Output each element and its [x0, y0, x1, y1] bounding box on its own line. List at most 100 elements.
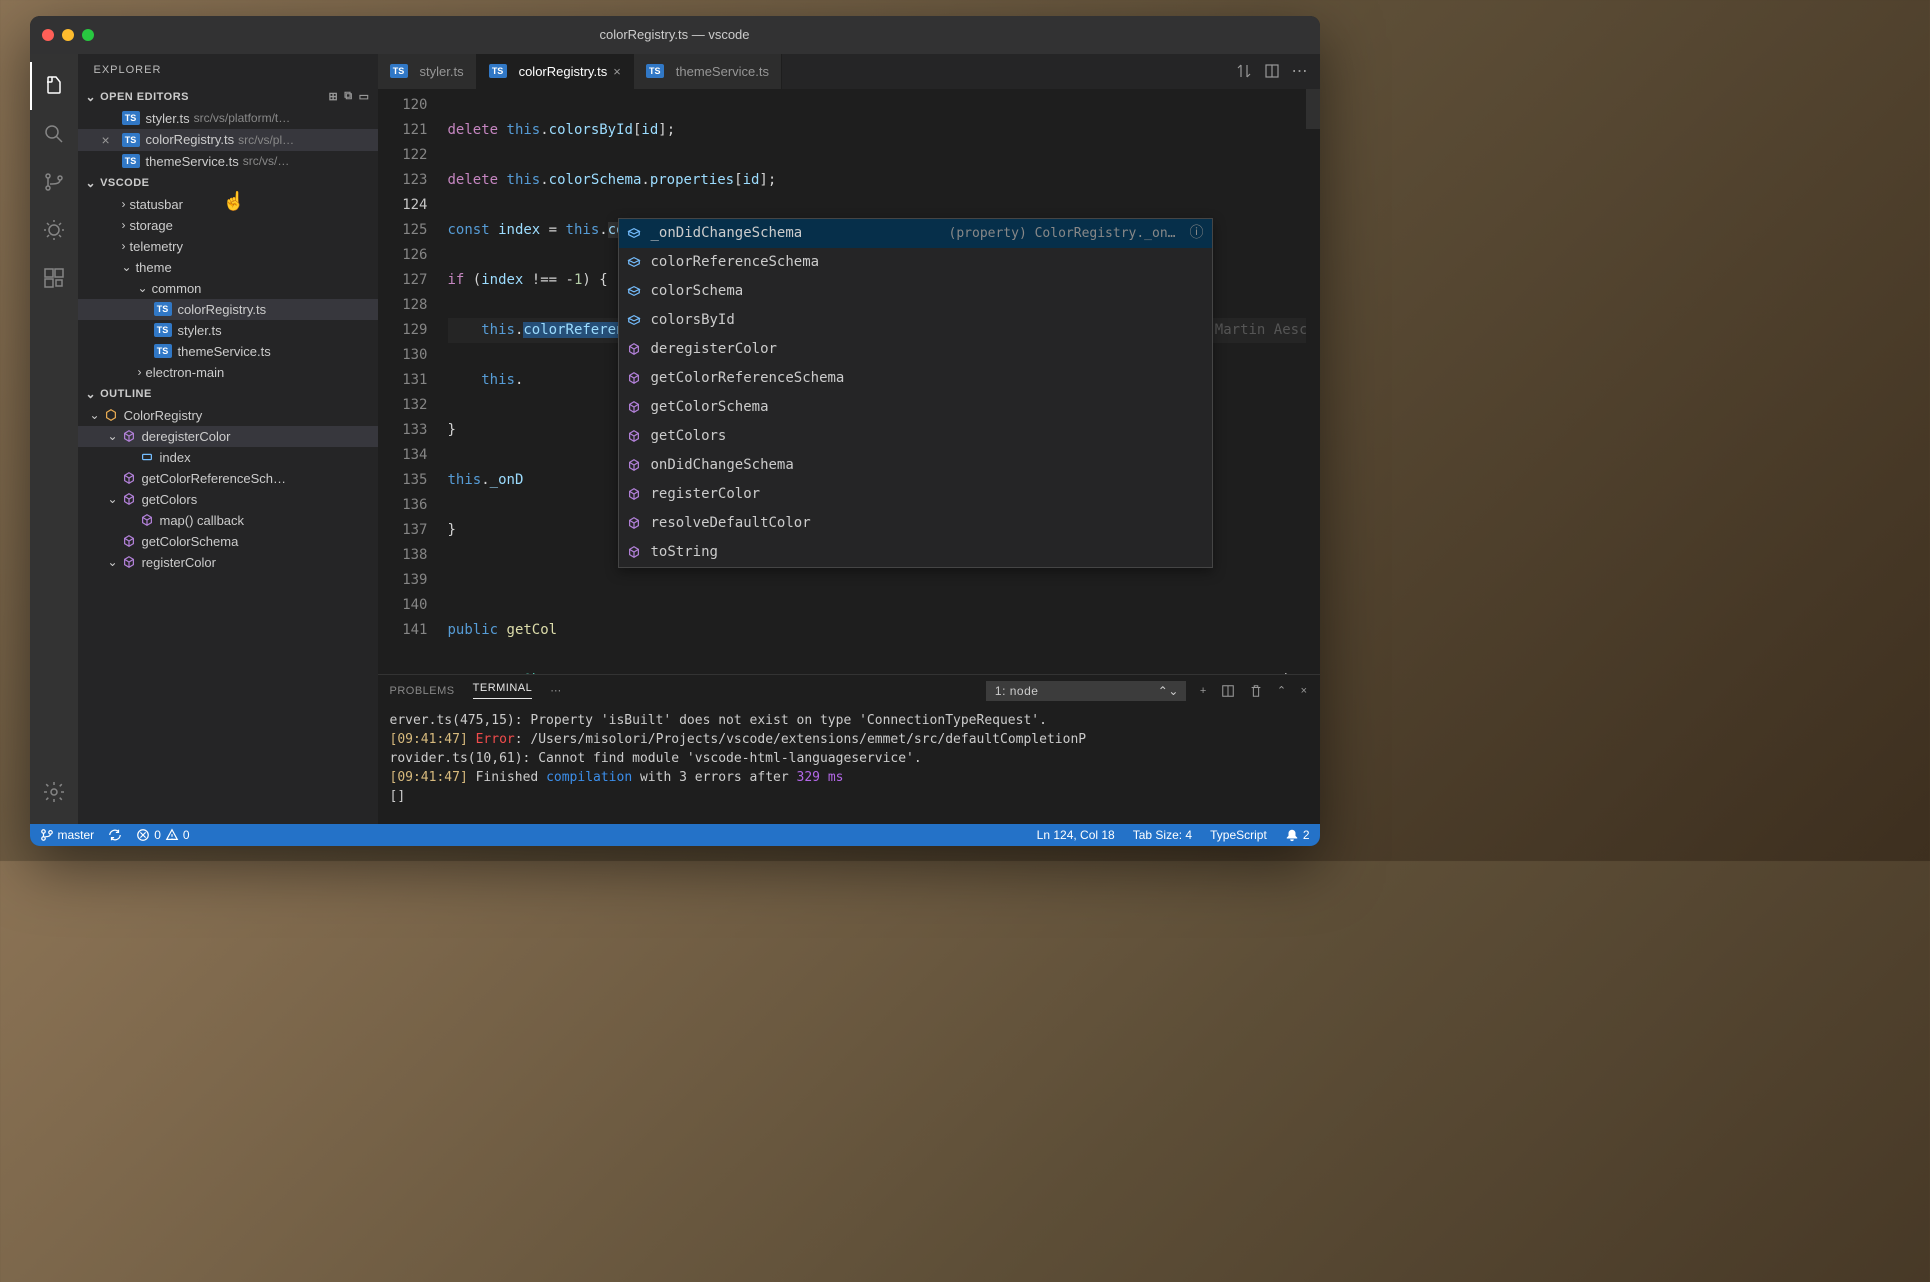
split-editor-icon[interactable] — [1264, 63, 1280, 79]
suggest-item[interactable]: colorSchema — [619, 277, 1212, 306]
suggest-detail: (property) ColorRegistry._on… — [949, 221, 1176, 246]
activity-source-control[interactable] — [30, 158, 78, 206]
sidebar: EXPLORER ☝ ⌄ OPEN EDITORS ⊞ ⧉ ▭ TS style… — [78, 54, 378, 824]
activity-search[interactable] — [30, 110, 78, 158]
suggest-item[interactable]: registerColor — [619, 480, 1212, 509]
open-editor-path: src/vs/… — [243, 154, 290, 168]
chevron-up-icon[interactable]: ⌃ — [1277, 684, 1287, 697]
status-branch[interactable]: master — [40, 828, 95, 842]
tree-item[interactable]: ⌄theme — [78, 257, 378, 278]
tab-label: colorRegistry.ts — [519, 64, 608, 79]
close-panel-icon[interactable]: × — [1301, 685, 1308, 697]
suggest-item[interactable]: onDidChangeSchema — [619, 451, 1212, 480]
tree-item[interactable]: ⌄common — [78, 278, 378, 299]
status-position[interactable]: Ln 124, Col 18 — [1037, 828, 1115, 842]
tree-item[interactable]: ›telemetry — [78, 236, 378, 257]
term-cursor: [] — [390, 787, 1308, 806]
status-notifications[interactable]: 2 — [1285, 828, 1310, 842]
save-all-icon[interactable]: ⧉ — [344, 90, 352, 103]
more-icon[interactable]: ⋯ — [550, 684, 562, 697]
tree-label: themeService.ts — [178, 344, 271, 359]
chevron-right-icon: › — [122, 197, 126, 211]
activity-explorer[interactable] — [30, 62, 78, 110]
split-terminal-icon[interactable] — [1221, 684, 1235, 698]
open-editor-item[interactable]: TS themeService.ts src/vs/… — [78, 151, 378, 172]
close-window-button[interactable] — [42, 29, 54, 41]
outline-item[interactable]: getColorSchema — [78, 531, 378, 552]
tab-themeservice[interactable]: TS themeService.ts — [634, 54, 782, 89]
tree-item[interactable]: TSstyler.ts — [78, 320, 378, 341]
open-editor-path: src/vs/platform/t… — [194, 111, 291, 125]
section-outline[interactable]: ⌄ OUTLINE — [78, 383, 378, 405]
outline-item[interactable]: ⌄getColors — [78, 489, 378, 510]
suggest-label: getColorReferenceSchema — [651, 366, 845, 391]
code-content[interactable]: delete this.colorsById[id]; delete this.… — [448, 89, 1320, 674]
chevron-right-icon: › — [122, 239, 126, 253]
terminal-selector[interactable]: 1: node ⌃⌄ — [986, 681, 1186, 701]
maximize-window-button[interactable] — [82, 29, 94, 41]
panel-tab-problems[interactable]: PROBLEMS — [390, 685, 455, 697]
close-icon[interactable]: × — [102, 132, 118, 148]
section-open-editors[interactable]: ⌄ OPEN EDITORS ⊞ ⧉ ▭ — [78, 86, 378, 108]
warning-icon — [165, 828, 179, 842]
ts-icon: TS — [122, 133, 140, 147]
outline-item[interactable]: map() callback — [78, 510, 378, 531]
tree-item[interactable]: ›storage — [78, 215, 378, 236]
open-editor-item[interactable]: × TS colorRegistry.ts src/vs/pl… — [78, 129, 378, 151]
new-terminal-icon[interactable]: + — [1200, 685, 1207, 697]
tree-item[interactable]: ›electron-main — [78, 362, 378, 383]
tab-styler[interactable]: TS styler.ts — [378, 54, 477, 89]
outline-label: map() callback — [160, 513, 245, 528]
open-editor-item[interactable]: TS styler.ts src/vs/platform/t… — [78, 108, 378, 129]
activity-extensions[interactable] — [30, 254, 78, 302]
status-problems[interactable]: 0 0 — [136, 828, 189, 842]
chevron-down-icon: ⌄ — [108, 555, 118, 569]
minimize-window-button[interactable] — [62, 29, 74, 41]
suggest-item[interactable]: resolveDefaultColor — [619, 509, 1212, 538]
term-text: with 3 errors after — [632, 770, 796, 785]
ts-icon: TS — [122, 154, 140, 168]
activity-settings[interactable] — [30, 768, 78, 816]
suggest-item[interactable]: getColors — [619, 422, 1212, 451]
titlebar[interactable]: colorRegistry.ts — vscode — [30, 16, 1320, 54]
trash-icon[interactable] — [1249, 684, 1263, 698]
close-icon[interactable]: × — [613, 64, 621, 79]
editor-body[interactable]: 1201211221231241251261271281291301311321… — [378, 89, 1320, 674]
suggest-item[interactable]: _onDidChangeSchema(property) ColorRegist… — [619, 219, 1212, 248]
suggest-label: colorReferenceSchema — [651, 250, 820, 275]
suggest-label: getColorSchema — [651, 395, 769, 420]
suggest-item[interactable]: getColorReferenceSchema — [619, 364, 1212, 393]
outline-item[interactable]: ⌄ColorRegistry — [78, 405, 378, 426]
panel-tab-terminal[interactable]: TERMINAL — [473, 682, 533, 699]
minimap-slider[interactable] — [1306, 89, 1320, 129]
suggest-item[interactable]: colorReferenceSchema — [619, 248, 1212, 277]
status-language[interactable]: TypeScript — [1210, 828, 1267, 842]
suggest-label: colorsById — [651, 308, 735, 333]
bug-icon — [42, 218, 66, 242]
suggest-item[interactable]: deregisterColor — [619, 335, 1212, 364]
suggest-item[interactable]: getColorSchema — [619, 393, 1212, 422]
new-file-icon[interactable]: ⊞ — [329, 90, 339, 103]
compare-icon[interactable] — [1236, 63, 1252, 79]
outline-item[interactable]: ⌄deregisterColor — [78, 426, 378, 447]
tree-item[interactable]: TScolorRegistry.ts — [78, 299, 378, 320]
outline-item[interactable]: ⌄registerColor — [78, 552, 378, 573]
suggest-item[interactable]: toString — [619, 538, 1212, 567]
info-icon[interactable]: ⓘ — [1190, 221, 1204, 246]
activity-debug[interactable] — [30, 206, 78, 254]
extensions-icon — [42, 266, 66, 290]
close-all-icon[interactable]: ▭ — [359, 90, 370, 103]
minimap[interactable] — [1306, 89, 1320, 674]
suggest-widget[interactable]: _onDidChangeSchema(property) ColorRegist… — [618, 218, 1213, 568]
more-icon[interactable]: ⋯ — [1292, 61, 1308, 81]
terminal-body[interactable]: erver.ts(475,15): Property 'isBuilt' doe… — [378, 707, 1320, 824]
status-sync[interactable] — [108, 828, 122, 842]
tree-item[interactable]: TSthemeService.ts — [78, 341, 378, 362]
cursor-icon: ☝ — [223, 191, 245, 212]
outline-item[interactable]: getColorReferenceSch… — [78, 468, 378, 489]
status-tabsize[interactable]: Tab Size: 4 — [1133, 828, 1192, 842]
suggest-item[interactable]: colorsById — [619, 306, 1212, 335]
outline-item[interactable]: index — [78, 447, 378, 468]
tab-colorregistry[interactable]: TS colorRegistry.ts × — [477, 54, 634, 89]
panel-tabs: PROBLEMS TERMINAL ⋯ 1: node ⌃⌄ + — [378, 675, 1320, 707]
